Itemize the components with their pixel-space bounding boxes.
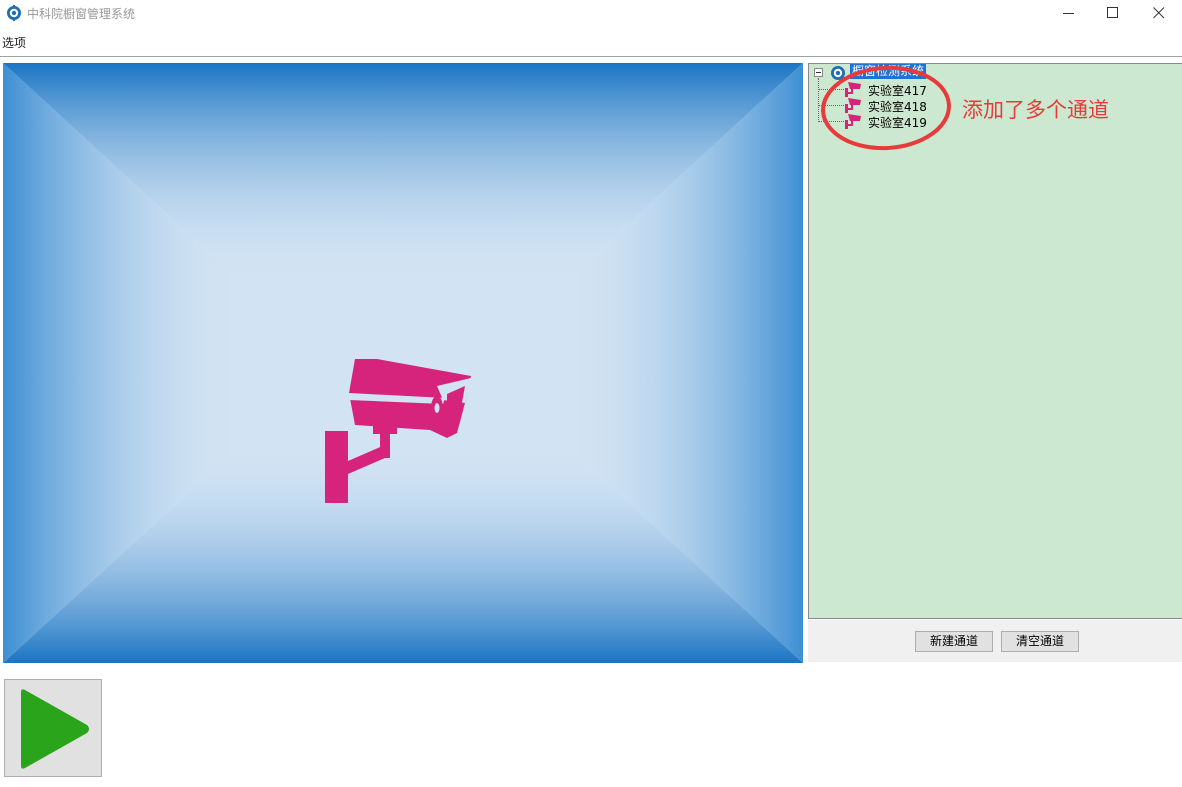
gear-logo-icon bbox=[7, 5, 21, 21]
minimize-icon bbox=[1063, 13, 1074, 14]
tree-button-bar: 新建通道 清空通道 bbox=[808, 620, 1182, 662]
maximize-button[interactable] bbox=[1090, 0, 1136, 26]
window-title: 中科院橱窗管理系统 bbox=[27, 7, 136, 21]
annotation-text: 添加了多个通道 bbox=[962, 98, 1109, 122]
new-channel-button[interactable]: 新建通道 bbox=[915, 631, 993, 652]
video-view[interactable] bbox=[3, 63, 803, 663]
menu-options[interactable]: 选项 bbox=[2, 34, 26, 51]
close-icon bbox=[1153, 7, 1165, 19]
menu-divider bbox=[0, 56, 1182, 57]
title-bar: 中科院橱窗管理系统 bbox=[0, 0, 1182, 26]
close-button[interactable] bbox=[1136, 0, 1182, 26]
play-icon bbox=[21, 689, 89, 769]
clear-channels-button[interactable]: 清空通道 bbox=[1001, 631, 1079, 652]
maximize-icon bbox=[1107, 7, 1118, 18]
minimize-button[interactable] bbox=[1046, 0, 1092, 26]
play-button[interactable] bbox=[4, 679, 102, 777]
menu-bar: 选项 bbox=[0, 31, 1182, 51]
annotation-ellipse bbox=[821, 65, 951, 151]
security-camera-icon bbox=[325, 359, 471, 503]
